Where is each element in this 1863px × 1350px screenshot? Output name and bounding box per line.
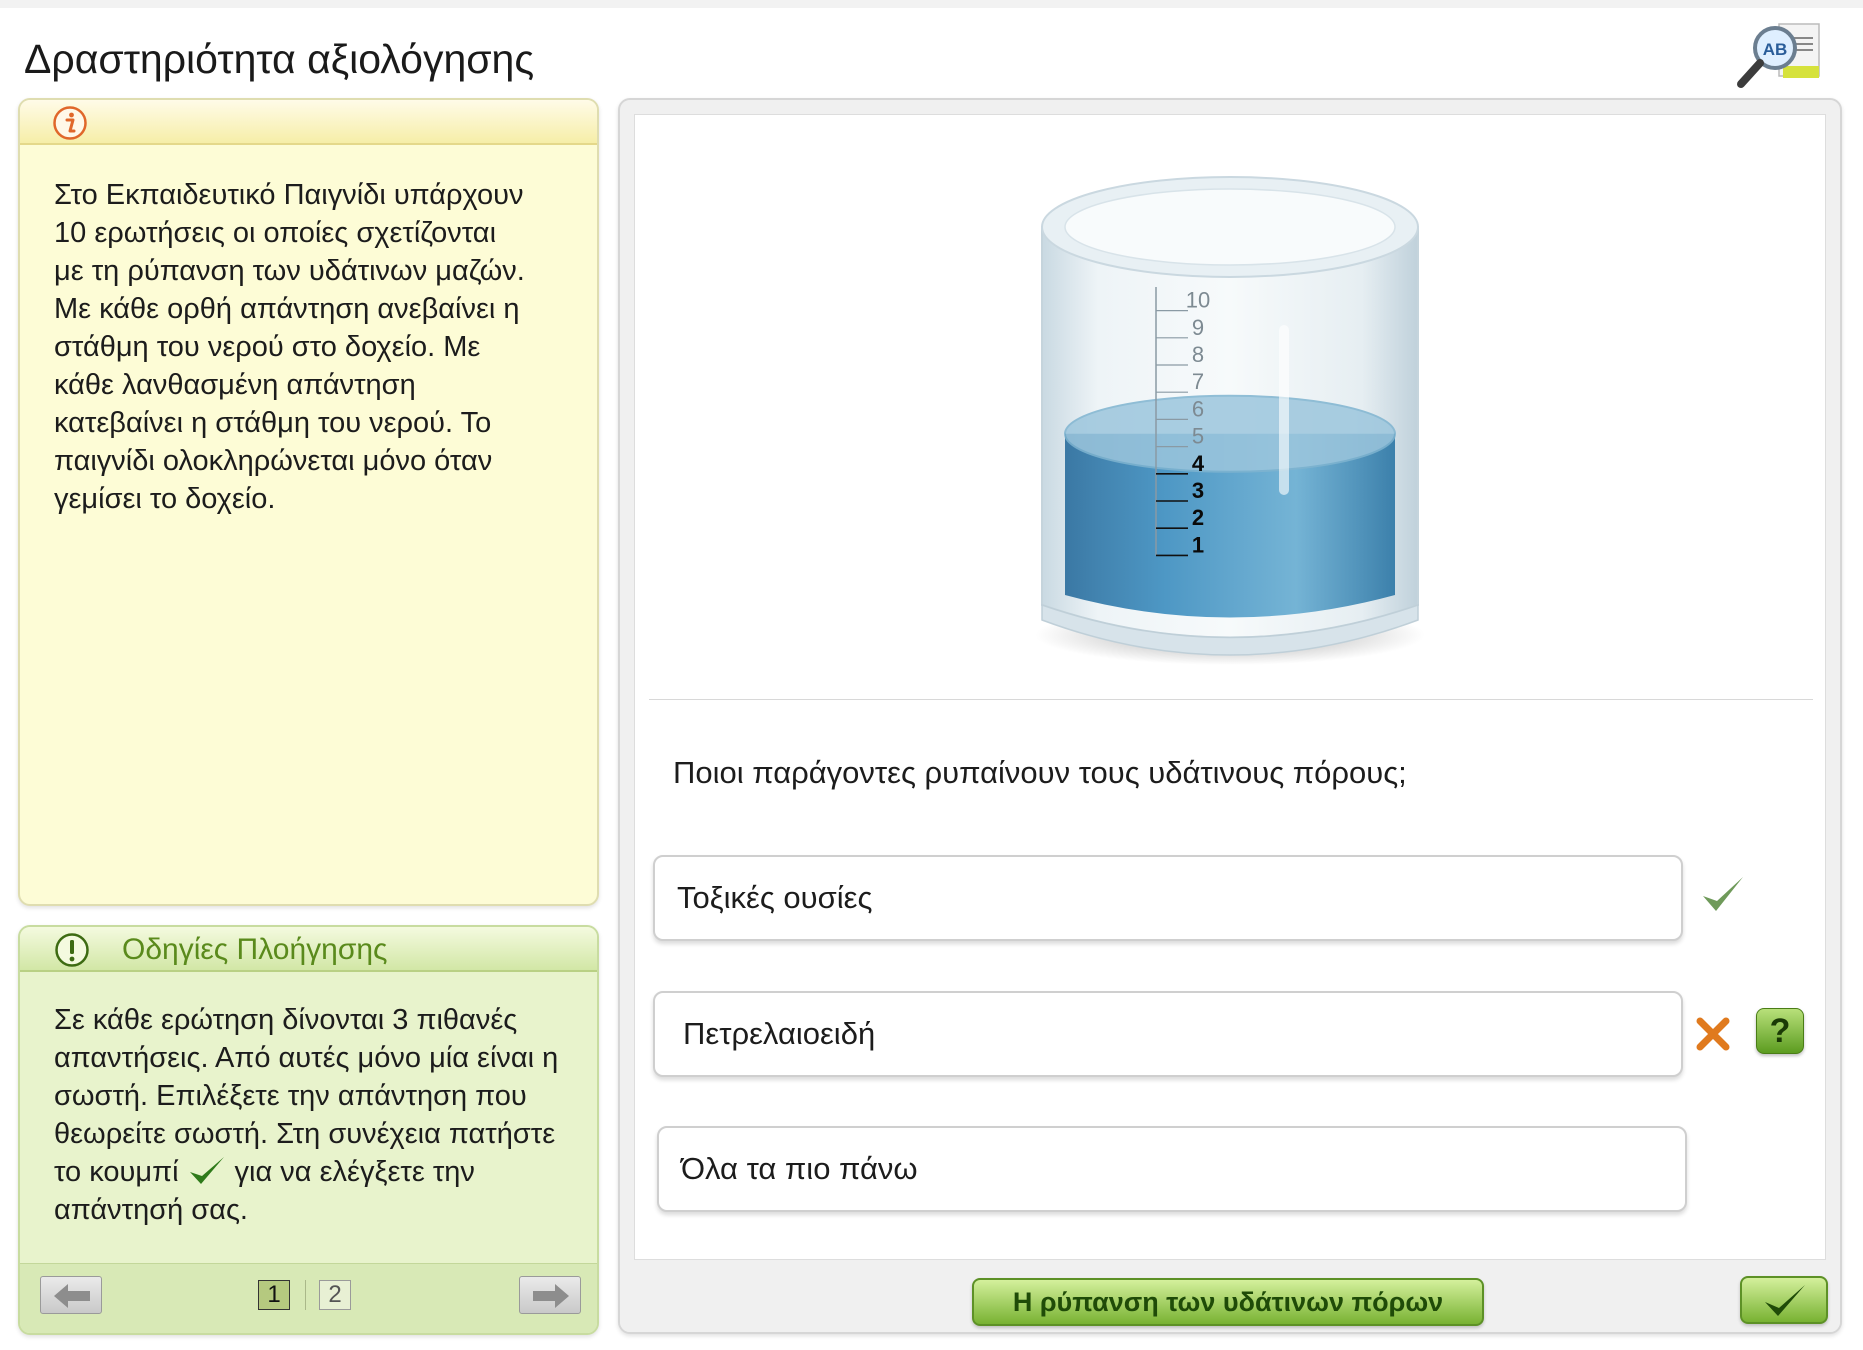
main-panel: 10 9 8 7 6 5 4 3 2 1 Ποιοι παράγοντες ρυπαίνουν τ…: [618, 98, 1842, 1334]
info-panel: Στο Εκπαιδευτικό Παιγνίδι υπάρχουν 10 ερ…: [18, 98, 599, 906]
scale-label: 3: [1192, 478, 1204, 503]
page-separator: [305, 1280, 306, 1310]
info-text: Στο Εκπαιδευτικό Παιγνίδι υπάρχουν 10 ερ…: [54, 179, 525, 515]
arrow-left-icon: [54, 1284, 90, 1308]
water-beaker: 109876 54321: [1035, 176, 1425, 665]
scale-label: 5: [1192, 424, 1204, 449]
navigation-text: Σε κάθε ερώτηση δίνονται 3 πιθανές απαντ…: [54, 1001, 574, 1229]
next-page-button[interactable]: [519, 1276, 581, 1314]
arrow-right-icon: [533, 1284, 569, 1308]
info-panel-header: [20, 100, 597, 145]
scale-label: 9: [1192, 315, 1204, 340]
check-icon: [189, 1157, 224, 1184]
navigation-footer: 1 2: [20, 1263, 597, 1333]
scale-label: 10: [1186, 288, 1210, 313]
scale-label: 6: [1192, 396, 1204, 421]
page-2-button[interactable]: 2: [319, 1280, 351, 1310]
question-text: Ποιοι παράγοντες ρυπαίνουν τους υδάτινου…: [673, 755, 1407, 790]
correct-check-icon: [1703, 877, 1743, 911]
glossary-icon-label: AB: [1763, 40, 1788, 59]
check-icon: [1765, 1285, 1805, 1316]
incorrect-x-icon: [1696, 1017, 1730, 1051]
glossary-icon[interactable]: AB: [1733, 20, 1829, 96]
divider: [649, 699, 1813, 700]
navigation-title: Οδηγίες Πλοήγησης: [122, 933, 388, 966]
bottom-bar: Η ρύπανση των υδάτινων πόρων: [620, 1270, 1840, 1332]
info-icon: [53, 106, 87, 140]
answer-option-2[interactable]: Πετρελαιοειδή: [653, 991, 1683, 1077]
water-level: [1064, 394, 1396, 618]
answer-option-1[interactable]: Τοξικές ουσίες: [653, 855, 1683, 941]
scale-label: 1: [1192, 532, 1204, 557]
app-title: Δραστηριότητα αξιολόγησης: [24, 36, 535, 82]
scale-label: 7: [1192, 369, 1204, 394]
top-border: [0, 0, 1863, 8]
help-button[interactable]: ?: [1756, 1008, 1804, 1054]
answer-option-3[interactable]: Όλα τα πιο πάνω: [657, 1126, 1687, 1212]
scale-label: 4: [1192, 451, 1205, 476]
topic-button[interactable]: Η ρύπανση των υδάτινων πόρων: [972, 1278, 1484, 1326]
scale-label: 8: [1192, 342, 1204, 367]
navigation-panel: Οδηγίες Πλοήγησης Σε κάθε ερώτηση δίνοντ…: [18, 925, 599, 1335]
previous-page-button[interactable]: [40, 1276, 102, 1314]
page-1-button[interactable]: 1: [258, 1280, 290, 1310]
scale-label: 2: [1192, 505, 1204, 530]
quiz-card: 10 9 8 7 6 5 4 3 2 1 Ποιοι παράγοντες ρυπαίνουν τ…: [634, 114, 1826, 1260]
check-answer-button[interactable]: [1740, 1276, 1828, 1324]
navigation-panel-header: Οδηγίες Πλοήγησης: [20, 927, 597, 972]
exclamation-icon: [55, 933, 89, 967]
